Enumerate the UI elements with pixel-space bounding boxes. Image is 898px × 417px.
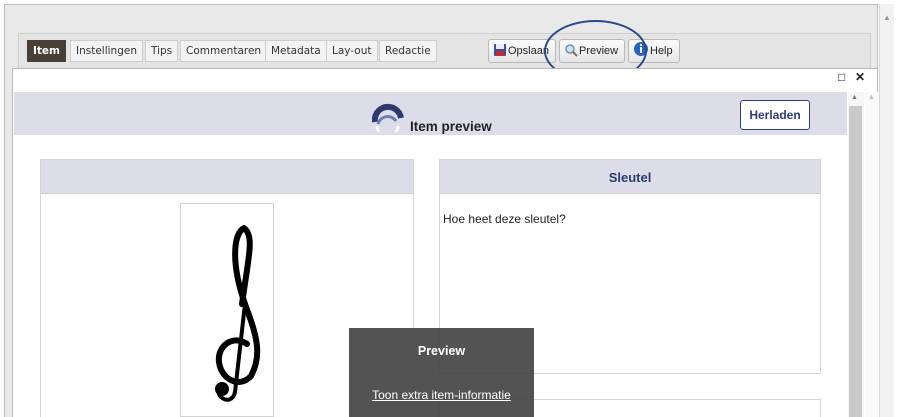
- scroll-up-icon[interactable]: ▲: [851, 94, 858, 101]
- tooltip-title: Preview: [417, 344, 466, 358]
- question-panel-heading: Sleutel: [608, 170, 652, 185]
- scroll-up-icon[interactable]: ▲: [868, 94, 875, 101]
- question-image: [180, 203, 274, 417]
- reload-button[interactable]: Herladen: [740, 100, 810, 130]
- outer-scrollbar[interactable]: ▲: [879, 4, 894, 417]
- tab-tips[interactable]: Tips: [145, 40, 179, 62]
- tab-lay-out[interactable]: Lay-out: [326, 40, 378, 62]
- scroll-up-icon[interactable]: ▲: [883, 14, 891, 22]
- help-label: Help: [650, 45, 673, 57]
- preview-tooltip: Preview Toon extra item-informatie: [349, 328, 534, 417]
- app-logo-icon: [372, 103, 404, 132]
- help-button[interactable]: Help: [628, 39, 680, 63]
- secondary-scrollbar[interactable]: ▲: [865, 92, 878, 417]
- save-button[interactable]: Opslaan: [488, 39, 556, 63]
- floppy-disk-icon: [494, 44, 506, 56]
- tab-item[interactable]: Item: [27, 40, 66, 62]
- tab-metadata[interactable]: Metadata: [265, 40, 327, 62]
- help-info-icon: [634, 42, 648, 56]
- tab-redactie[interactable]: Redactie: [379, 40, 437, 62]
- preview-scrollbar[interactable]: ▲: [848, 92, 864, 417]
- tab-instellingen[interactable]: Instellingen: [70, 40, 143, 62]
- tab-commentaren[interactable]: Commentaren: [180, 40, 268, 62]
- question-text: Hoe heet deze sleutel?: [443, 212, 566, 226]
- treble-clef-icon: [215, 225, 261, 402]
- maximize-icon[interactable]: □: [838, 70, 845, 84]
- extra-info-link[interactable]: Toon extra item-informatie: [349, 388, 534, 402]
- magnifier-icon: [565, 44, 578, 57]
- preview-title: Item preview: [410, 119, 492, 134]
- image-panel-header: [41, 160, 413, 194]
- preview-button[interactable]: Preview: [559, 39, 626, 63]
- save-label: Opslaan: [508, 45, 549, 57]
- close-icon[interactable]: ✕: [855, 70, 865, 84]
- scroll-thumb[interactable]: [849, 106, 862, 417]
- question-panel-header: Sleutel: [440, 160, 820, 194]
- preview-label: Preview: [579, 45, 619, 57]
